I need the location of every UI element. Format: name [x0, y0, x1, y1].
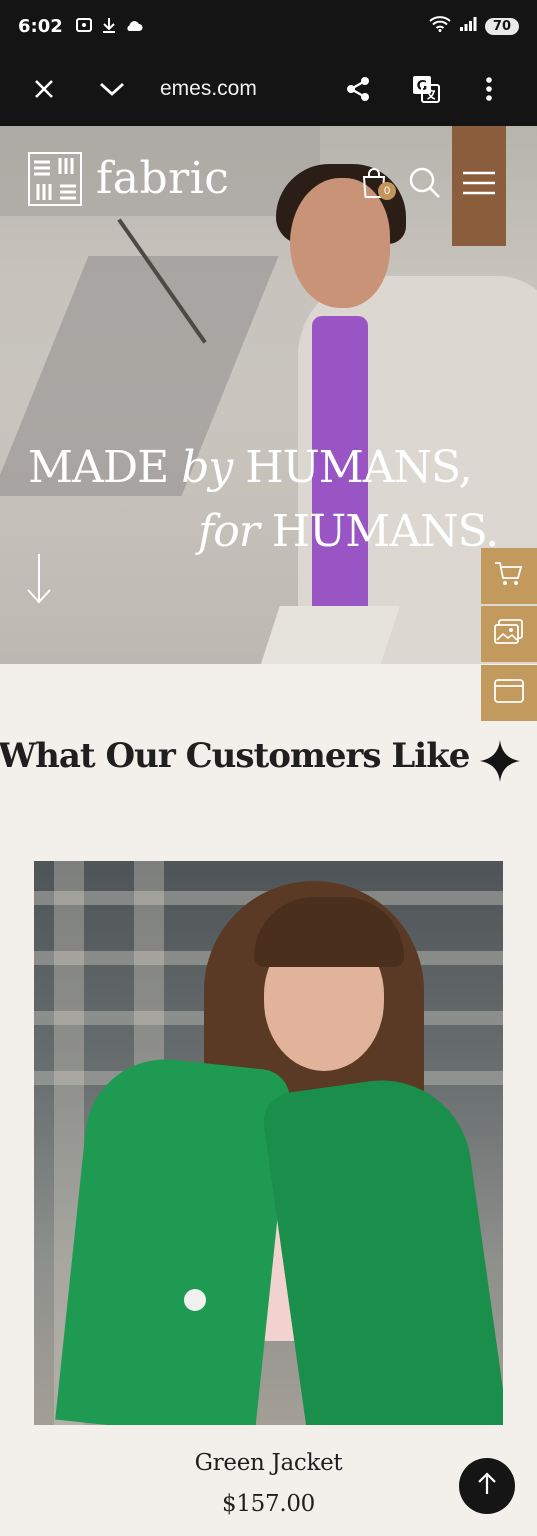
shopping-cart-icon: [494, 561, 524, 592]
browser-toolbar: emes.com G: [0, 52, 537, 126]
product-price: $157.00: [221, 1491, 315, 1517]
search-icon[interactable]: [408, 166, 442, 205]
arrow-down-icon[interactable]: [26, 552, 52, 611]
menu-icon[interactable]: [462, 169, 496, 202]
download-icon: [101, 16, 117, 37]
product-image[interactable]: [34, 861, 503, 1425]
side-browser-button[interactable]: [481, 665, 537, 721]
section-title: What Our Customers Like: [0, 736, 470, 776]
jacket-right: [259, 1068, 503, 1425]
screenshot-icon: [75, 16, 93, 37]
battery-indicator: 70: [484, 17, 519, 35]
back-to-top-button[interactable]: [459, 1458, 515, 1514]
sparkle-icon: [478, 738, 522, 789]
model-trousers: [260, 606, 400, 664]
headline-italic-word: for: [198, 506, 260, 557]
status-time: 6:02: [18, 15, 63, 37]
close-icon[interactable]: [32, 77, 56, 101]
logo-mark-icon: [28, 152, 82, 206]
cart-count-badge: 0: [378, 182, 396, 200]
image-gallery-icon: [494, 618, 524, 650]
brand-name: fabric: [96, 153, 230, 204]
headline-word: HUMANS.: [258, 506, 499, 557]
share-icon[interactable]: [344, 75, 372, 103]
side-gallery-button[interactable]: [481, 606, 537, 662]
signal-icon: [459, 16, 477, 37]
side-cart-button[interactable]: [481, 548, 537, 604]
jacket-button: [184, 1289, 206, 1311]
wifi-icon: [429, 15, 451, 37]
brand-logo[interactable]: fabric: [28, 152, 229, 206]
headline-word: MADE: [28, 442, 182, 493]
headline-italic-word: by: [181, 442, 233, 493]
chevron-down-icon[interactable]: [98, 79, 126, 99]
browser-window-icon: [494, 678, 524, 708]
more-icon[interactable]: [484, 76, 494, 102]
status-bar: 6:02 70: [0, 0, 537, 52]
hero-headline-line1: MADE by HUMANS,: [28, 442, 473, 493]
translate-icon[interactable]: G: [411, 74, 441, 104]
arrow-up-icon: [477, 1471, 497, 1501]
product-name[interactable]: Green Jacket: [0, 1450, 537, 1476]
hero-banner: [0, 126, 537, 664]
url-text[interactable]: emes.com: [160, 77, 257, 101]
hero-headline-line2: for HUMANS.: [198, 506, 499, 557]
weather-icon: [125, 17, 143, 36]
jacket-left: [55, 1051, 293, 1425]
headline-word: HUMANS,: [232, 442, 472, 493]
